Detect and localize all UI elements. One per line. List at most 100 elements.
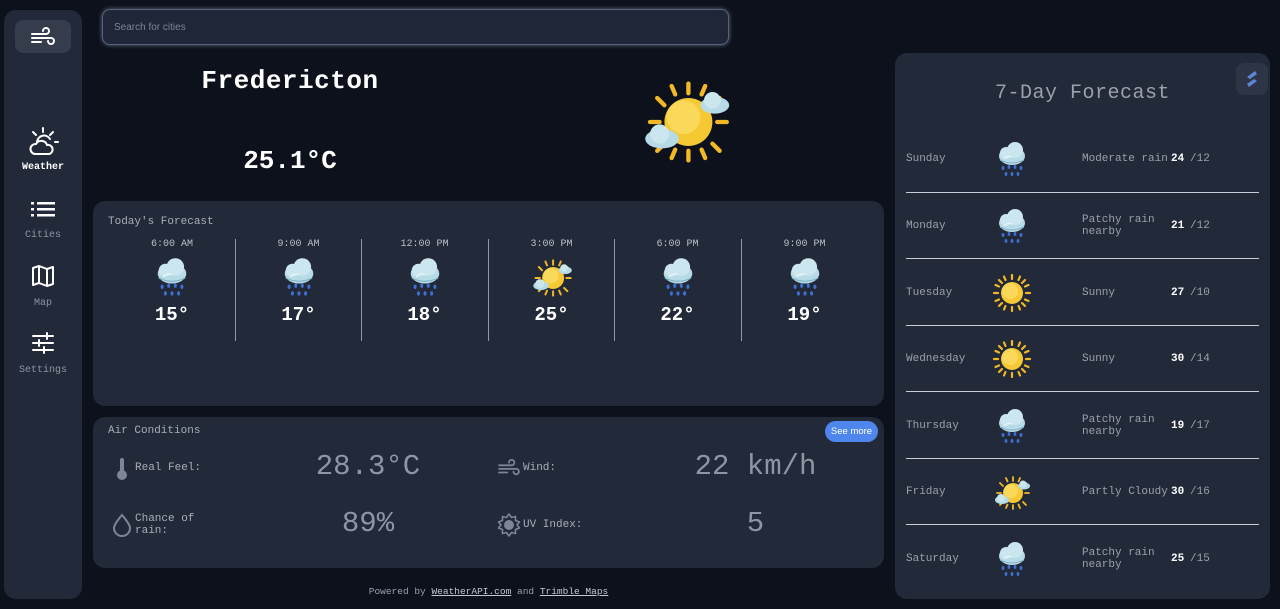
- footer-text: and: [517, 586, 535, 597]
- day-condition: Sunny: [1082, 353, 1172, 365]
- day-name: Friday: [906, 486, 946, 498]
- day-condition-line: nearby: [1082, 426, 1122, 438]
- weatherapi-link[interactable]: WeatherAPI.com: [431, 586, 511, 597]
- partly-cloudy-icon: [638, 74, 734, 170]
- see-more-button[interactable]: See more: [825, 421, 878, 442]
- day-condition-line: Sunny: [1082, 353, 1116, 365]
- day-low: /15: [1190, 553, 1210, 565]
- day-condition: Patchy rain nearby: [1082, 214, 1172, 238]
- hour-time: 6:00 AM: [150, 239, 193, 250]
- chance-of-rain-value: 89%: [341, 507, 395, 540]
- rain-icon: [992, 540, 1032, 580]
- chance-of-rain-label-line: rain:: [135, 525, 169, 537]
- panel-title: Air Conditions: [108, 425, 201, 437]
- day-high: 25: [1171, 553, 1185, 565]
- sidebar-item-label: Settings: [18, 365, 67, 376]
- hourly-forecast-item: 6:00 AM 15°: [109, 239, 235, 341]
- day-high: 27: [1171, 287, 1185, 299]
- hourly-forecast-item: 9:00 AM 17°: [235, 239, 361, 341]
- day-forecast-row: Wednesday Sunny 30 /14: [906, 326, 1259, 392]
- trimble-maps-link[interactable]: Trimble Maps: [540, 586, 608, 597]
- day-forecast-row: Tuesday Sunny 27 /10: [906, 260, 1259, 326]
- day-name: Wednesday: [906, 353, 966, 365]
- seven-day-forecast-panel: 7-Day Forecast Sunday Moderate rain 24 /…: [895, 53, 1270, 599]
- day-name: Tuesday: [906, 287, 953, 299]
- todays-forecast-panel: Today's Forecast 6:00 AM 15° 9:00 AM 17°…: [93, 201, 884, 406]
- rain-icon: [277, 256, 321, 300]
- day-low: /10: [1190, 287, 1210, 299]
- seven-day-title: 7-Day Forecast: [994, 82, 1171, 105]
- list-icon: [31, 202, 55, 217]
- hour-time: 3:00 PM: [530, 239, 573, 250]
- rain-icon: [992, 207, 1032, 247]
- sidebar-item-cities[interactable]: Cities: [4, 198, 82, 241]
- sidebar-item-label: Weather: [21, 162, 64, 173]
- uv-index-value: 5: [746, 507, 765, 540]
- day-condition: Moderate rain: [1082, 153, 1172, 165]
- day-forecast-row: Saturday Patchy rain nearby 25 /15: [906, 526, 1259, 592]
- day-name: Thursday: [906, 420, 959, 432]
- sun-icon: [992, 273, 1032, 313]
- day-high: 24: [1171, 153, 1185, 165]
- day-high: 30: [1171, 486, 1185, 498]
- chance-of-rain-label: Chance of rain:: [135, 513, 194, 537]
- city-name: Fredericton: [201, 66, 379, 96]
- day-low: /12: [1190, 153, 1210, 165]
- hourly-forecast-item: 3:00 PM 25°: [488, 239, 614, 341]
- hourly-forecast-item: 6:00 PM 22°: [614, 239, 740, 341]
- hour-time: 12:00 PM: [400, 239, 449, 250]
- sun-cloud-icon: [29, 127, 59, 155]
- rain-icon: [783, 256, 827, 300]
- sidebar-item-label: Cities: [24, 230, 61, 241]
- chance-of-rain-label-line: Chance of: [135, 513, 195, 525]
- hour-temp: 19°: [787, 304, 822, 326]
- logo-button[interactable]: [15, 20, 71, 53]
- wind-value: 22 km/h: [694, 450, 817, 483]
- wind-icon: [498, 459, 520, 476]
- day-condition-line: Patchy rain: [1082, 414, 1155, 426]
- day-high: 21: [1171, 220, 1185, 232]
- day-condition-line: Moderate rain: [1082, 153, 1168, 165]
- hour-time: 9:00 PM: [783, 239, 826, 250]
- real-feel-value: 28.3°C: [315, 450, 421, 483]
- sidebar-item-weather[interactable]: Weather: [4, 126, 82, 173]
- panel-title: Today's Forecast: [108, 216, 214, 228]
- sidebar-item-settings[interactable]: Settings: [4, 331, 82, 376]
- day-name: Sunday: [906, 153, 946, 165]
- rain-icon: [150, 256, 194, 300]
- footer: Powered by WeatherAPI.com and Trimble Ma…: [93, 586, 884, 597]
- sidebar-item-map[interactable]: Map: [4, 264, 82, 309]
- search-input[interactable]: [102, 9, 729, 45]
- day-condition-line: Patchy rain: [1082, 214, 1155, 226]
- day-high: 19: [1171, 420, 1185, 432]
- day-name: Saturday: [906, 553, 959, 565]
- hour-temp: 22°: [660, 304, 695, 326]
- rain-icon: [656, 256, 700, 300]
- droplet-icon: [112, 513, 132, 537]
- day-forecast-row: Monday Patchy rain nearby 21 /12: [906, 193, 1259, 259]
- hour-temp: 18°: [407, 304, 442, 326]
- sidebar-item-label: Map: [33, 298, 52, 309]
- day-condition: Partly Cloudy: [1082, 486, 1177, 498]
- footer-text: Powered by: [368, 586, 426, 597]
- rain-icon: [992, 407, 1032, 447]
- day-name: Monday: [906, 220, 946, 232]
- hour-temp: 15°: [154, 304, 190, 326]
- hour-temp: 17°: [281, 304, 316, 326]
- day-forecast-row: Thursday Patchy rain nearby 19 /17: [906, 393, 1259, 459]
- wind-label: Wind:: [523, 462, 557, 474]
- hourly-forecast-item: 12:00 PM 18°: [361, 239, 487, 341]
- uv-index-label: UV Index:: [523, 519, 583, 531]
- day-condition-line: nearby: [1082, 226, 1122, 238]
- rain-icon: [403, 256, 447, 300]
- real-feel-label: Real Feel:: [135, 462, 202, 474]
- day-forecast-row: Sunday Moderate rain 24 /12: [906, 127, 1259, 193]
- day-condition-line: Partly Cloudy: [1082, 486, 1168, 498]
- partly-cloudy-icon: [992, 473, 1032, 513]
- day-high: 30: [1171, 353, 1185, 365]
- hour-time: 9:00 AM: [277, 239, 320, 250]
- day-condition: Sunny: [1082, 287, 1172, 299]
- day-low: /17: [1190, 420, 1210, 432]
- map-icon: [32, 265, 54, 287]
- hourly-forecast-item: 9:00 PM 19°: [741, 239, 867, 341]
